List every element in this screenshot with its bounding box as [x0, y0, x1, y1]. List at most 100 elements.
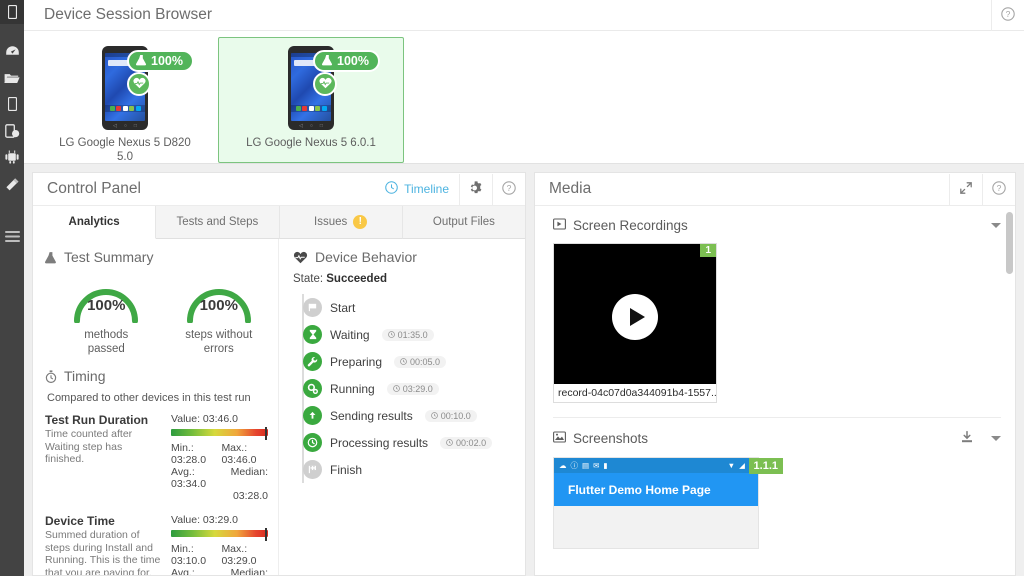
tab-issues[interactable]: Issues !	[279, 206, 403, 239]
gauge-caption: steps without errors	[170, 328, 269, 356]
screenshots-section-header: Screenshots	[553, 430, 1001, 447]
behavior-step[interactable]: Waiting 01:35.0	[303, 321, 515, 348]
device-session-browser-panel: Device Session Browser ? ◁ ○ □ 100% LG G…	[24, 0, 1024, 164]
device-card[interactable]: ◁ ○ □ 100% LG Google Nexus 5 D820 5.0	[32, 37, 218, 163]
rail-item-devices[interactable]	[0, 91, 24, 118]
timing-row-min: Min.: 03:10.0	[171, 543, 207, 567]
settings-button[interactable]	[459, 173, 492, 205]
timing-row-median-value: 03:28.0	[232, 490, 268, 502]
issues-warning-badge: !	[353, 215, 368, 229]
rail-item-dashboard[interactable]	[0, 38, 24, 65]
timing-row-device-time: Device Time Summed duration of steps dur…	[45, 514, 268, 575]
clock-icon	[446, 438, 453, 448]
help-button[interactable]: ?	[982, 173, 1015, 205]
device-state-prefix: State:	[293, 273, 324, 285]
screenshot-thumbnail[interactable]: ☁ ⓘ ▤ ✉ ▮ ▼ ◢ ▯ Flutter Demo Home Page 1…	[553, 457, 783, 549]
expand-button[interactable]	[949, 173, 982, 205]
behavior-step-duration: 03:29.0	[386, 382, 439, 395]
tab-label: Tests and Steps	[176, 216, 259, 228]
tab-output-files[interactable]: Output Files	[402, 206, 525, 239]
behavior-step-label: Processing results	[330, 435, 429, 450]
download-icon	[960, 430, 974, 447]
rail-item-files[interactable]	[0, 65, 24, 92]
mail-icon: ✉	[593, 461, 600, 470]
rail-item-tools[interactable]	[0, 171, 24, 198]
rail-item-device-top[interactable]	[0, 0, 24, 24]
behavior-step-duration: 00:10.0	[424, 409, 477, 422]
flag-finish-icon	[303, 460, 322, 479]
timing-row-name: Test Run Duration	[45, 413, 149, 427]
behavior-step-label: Finish	[330, 462, 363, 477]
timing-bar-marker	[265, 528, 268, 541]
device-card-selected[interactable]: ◁ ○ □ 100% LG Google Nexus 5 6.0.1	[218, 37, 404, 163]
timing-row-description: Summed duration of steps during Install …	[45, 529, 161, 575]
heartbeat-icon	[293, 251, 308, 264]
timing-gradient-bar	[171, 528, 268, 541]
download-button[interactable]	[960, 430, 974, 447]
device-session-browser-header: Device Session Browser ?	[24, 0, 1024, 31]
device-behavior-title: Device Behavior	[315, 249, 417, 265]
behavior-step[interactable]: Running 03:29.0	[303, 375, 515, 402]
timing-row-test-run-duration: Test Run Duration Time counted after Wai…	[45, 413, 268, 502]
analytics-left-column: Test Summary 100% methods passed 100% st…	[33, 239, 279, 575]
device-card-list: ◁ ○ □ 100% LG Google Nexus 5 D820 5.0 ◁ …	[24, 31, 1024, 163]
cloud-icon: ☁	[559, 461, 567, 470]
behavior-step[interactable]: Sending results 00:10.0	[303, 402, 515, 429]
clock-icon	[392, 384, 400, 394]
gauge-value: 100%	[87, 297, 126, 314]
wrench-icon	[303, 352, 322, 371]
behavior-step-duration-value: 03:29.0	[402, 383, 433, 394]
test-summary-heading: Test Summary	[45, 249, 268, 265]
behavior-step-duration-value: 00:05.0	[410, 356, 441, 367]
chevron-down-icon[interactable]	[991, 436, 1001, 441]
behavior-step[interactable]: Finish	[303, 456, 515, 483]
timing-row-min: Min.: 03:28.0	[171, 442, 207, 466]
gauge-caption-line1: methods	[84, 329, 129, 341]
rail-item-android[interactable]	[0, 144, 24, 171]
timing-row-name: Device Time	[45, 514, 115, 528]
gauge-steps-without-errors: 100% steps without errors	[170, 277, 269, 356]
device-name: LG Google Nexus 5 D820 5.0	[40, 136, 210, 164]
screen-recording-thumbnail[interactable]: 1 record-04c07d0a344091b4-1557...	[553, 243, 717, 403]
timeline-button[interactable]: Timeline	[375, 173, 459, 206]
gauge-caption-line1: steps without	[185, 329, 253, 341]
device-state-value: Succeeded	[326, 273, 387, 285]
help-button[interactable]: ?	[492, 173, 525, 205]
tab-tests-and-steps[interactable]: Tests and Steps	[156, 206, 280, 239]
behavior-step-label: Running	[330, 381, 375, 396]
upload-icon	[303, 406, 322, 425]
media-panel-body: Screen Recordings 1 record-04c07d0a34409…	[535, 206, 1015, 575]
recording-index-badge: 1	[700, 244, 716, 257]
mobile-device-icon	[0, 0, 24, 25]
media-scrollbar-thumb[interactable]	[1006, 212, 1013, 274]
rail-item-manual-session[interactable]	[0, 118, 24, 145]
clock-icon	[303, 433, 322, 452]
play-icon[interactable]	[612, 293, 658, 340]
hamburger-menu-icon	[4, 230, 20, 242]
tab-analytics[interactable]: Analytics	[33, 206, 157, 239]
behavior-step[interactable]: Processing results 00:02.0	[303, 429, 515, 456]
heartbeat-icon	[318, 77, 332, 92]
device-pass-rate-value: 100%	[337, 54, 369, 68]
help-button[interactable]: ?	[991, 0, 1024, 31]
behavior-step-label: Start	[330, 300, 356, 315]
magic-wand-icon	[5, 177, 20, 191]
timing-row-value: Value: 03:29.0	[171, 514, 238, 526]
behavior-step-duration-value: 00:10.0	[440, 410, 471, 421]
tab-label: Analytics	[68, 216, 120, 228]
behavior-step[interactable]: Start	[303, 294, 515, 321]
timing-row-median-label: Median:	[230, 466, 268, 478]
chevron-down-icon[interactable]	[991, 223, 1001, 228]
timing-row-avg: Avg.: 03:16.3	[171, 567, 195, 575]
signal-icon: ◢	[739, 461, 745, 470]
wifi-icon: ▼	[727, 461, 736, 470]
gauge-value: 100%	[199, 297, 238, 314]
behavior-step[interactable]: Preparing 00:05.0	[303, 348, 515, 375]
android-icon: ▮	[603, 461, 608, 470]
gauge-caption-line2: errors	[203, 343, 234, 355]
device-behavior-heading: Device Behavior	[293, 249, 515, 265]
android-status-bar: ☁ ⓘ ▤ ✉ ▮ ▼ ◢ ▯	[554, 458, 758, 473]
help-circle-icon: ?	[502, 180, 516, 198]
clock-icon	[385, 181, 398, 197]
rail-item-menu[interactable]	[0, 223, 24, 250]
